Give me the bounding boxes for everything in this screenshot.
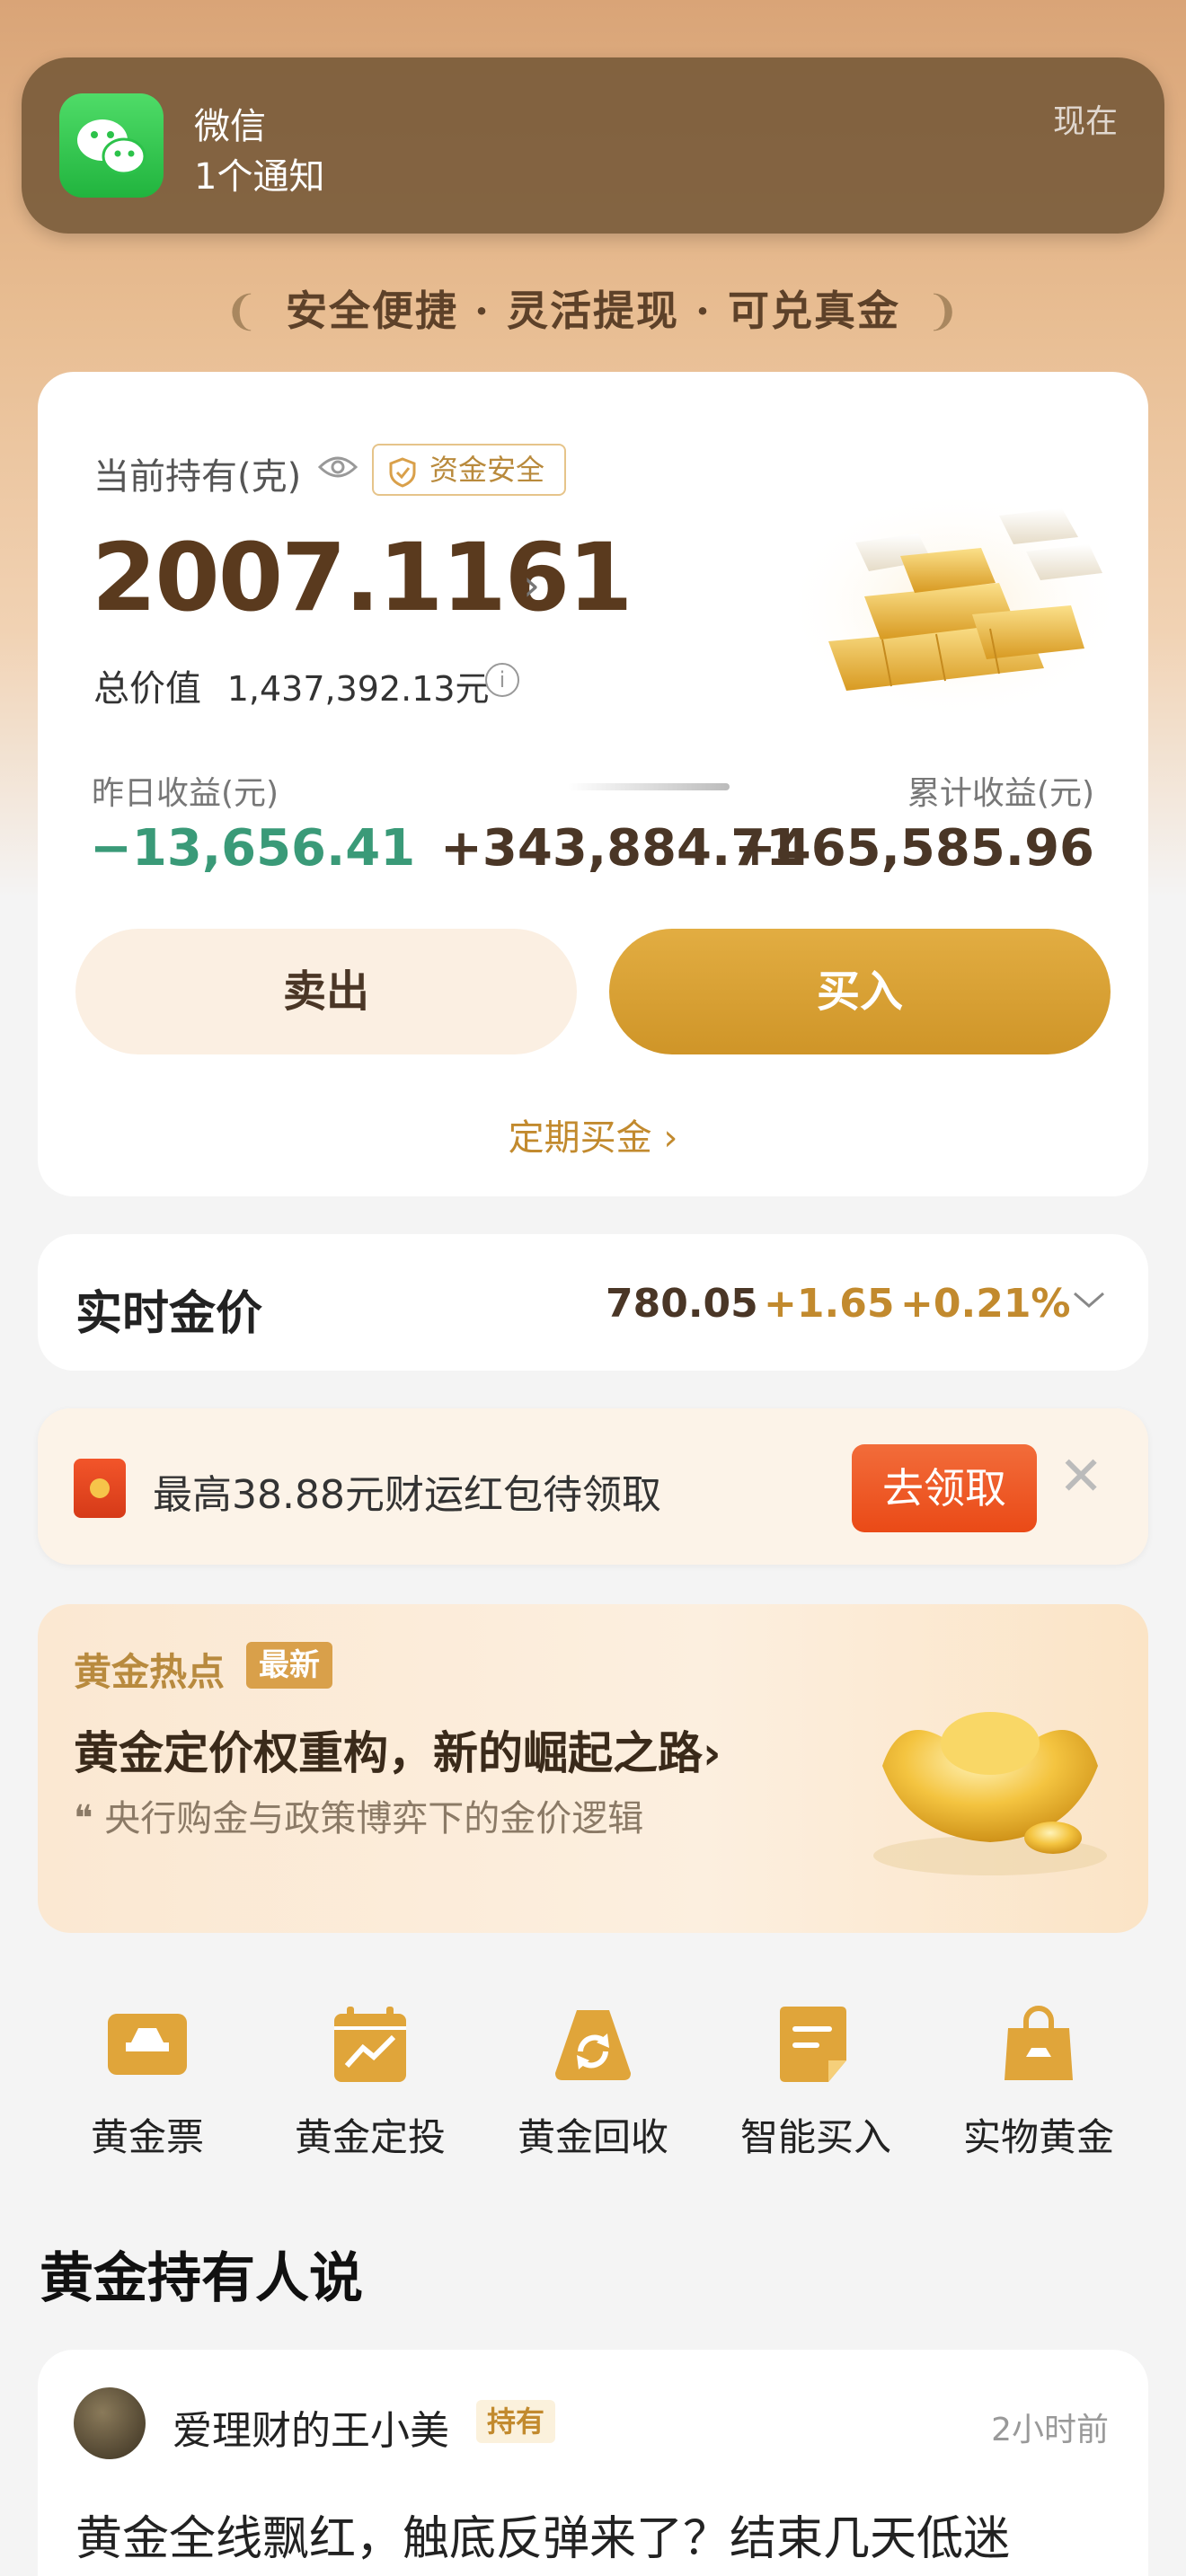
buy-button[interactable]: 买入 [609,929,1111,1054]
grid-label: 黄金回收 [517,2115,668,2159]
chevron-right-icon[interactable]: › [523,560,540,611]
total-value-label: 总价值 [93,668,201,710]
post-username[interactable]: 爱理财的王小美 [173,2398,449,2456]
fund-safety-badge[interactable]: 资金安全 [372,444,567,496]
avatar[interactable] [74,2387,146,2459]
total-value-amount: 1,437,392.13元 [226,669,490,709]
grid-smart-buy[interactable]: 智能买入 [717,2001,915,2162]
total-value: 总价值 1,437,392.13元 [93,659,490,711]
regular-purchase-link[interactable]: 定期买金 › [38,1108,1148,1160]
grid-gold-recycle[interactable]: 黄金回收 [494,2001,692,2162]
holding-tag: 持有 [476,2400,556,2443]
price-change: +1.65 [764,1281,895,1327]
gold-bars-illustration [774,462,1134,735]
post-time: 2小时前 [991,2412,1109,2448]
holding-label: 当前持有(克) [93,456,302,498]
gold-hot-topic-card[interactable]: 黄金热点 最新 黄金定价权重构，新的崛起之路› ❝ 央行购金与政策博弈下的金价逻… [38,1604,1148,1933]
slogan: ❨ 安全便捷 · 灵活提现 · 可兑真金 ❩ [0,278,1186,338]
yesterday-earnings-value: −13,656.41 [90,819,416,878]
grid-physical-gold[interactable]: 实物黄金 [940,2001,1137,2162]
info-icon[interactable]: i [485,663,519,697]
hot-topic-subtitle: ❝ 央行购金与政策博弈下的金价逻辑 [74,1798,644,1839]
sell-button[interactable]: 卖出 [75,929,577,1054]
recycle-icon [550,2001,636,2087]
grid-label: 黄金票 [90,2115,204,2159]
close-icon[interactable]: ✕ [1058,1450,1103,1504]
post-text[interactable]: 黄金全线飘红，触底反弹来了？结束几天低迷 [75,2501,1010,2568]
holding-card: 当前持有(克) 资金安全 2007.1161 › 总价值 1,437,392.1… [38,372,1148,1196]
price-value: 780.05 [606,1281,758,1327]
shield-icon [386,454,419,503]
red-packet-icon [74,1459,126,1518]
fund-safety-label: 资金安全 [429,453,545,487]
wechat-notification[interactable]: 微信 1个通知 现在 [22,57,1164,234]
loading-placeholder-bar [568,783,730,790]
hot-topic-title[interactable]: 黄金定价权重构，新的崛起之路› [74,1717,721,1782]
grid-gold-investment-plan[interactable]: 黄金定投 [271,2001,469,2162]
hot-topic-label: 黄金热点 [74,1650,226,1694]
grid-label: 实物黄金 [962,2115,1114,2159]
calendar-chart-icon [327,2001,413,2087]
notification-time: 现在 [1052,103,1118,140]
laurel-right-icon: ❩ [925,287,962,335]
wechat-app-icon [59,93,164,198]
cumulative-earnings-value: +465,585.96 [733,819,1094,878]
eye-icon[interactable] [317,453,358,485]
chevron-down-icon[interactable] [1071,1281,1107,1322]
claim-button[interactable]: 去领取 [852,1444,1037,1532]
price-title: 实时金价 [75,1287,263,1341]
gold-ingot-illustration [846,1658,1134,1913]
yesterday-earnings-label: 昨日收益(元) [92,775,279,812]
realtime-price-card[interactable]: 实时金价 780.05 +1.65 +0.21% [38,1234,1148,1371]
grid-label: 黄金定投 [294,2115,446,2159]
document-icon [773,2001,859,2087]
grid-label: 智能买入 [739,2115,891,2159]
post-card[interactable]: 爱理财的王小美 持有 2小时前 黄金全线飘红，触底反弹来了？结束几天低迷 [38,2350,1148,2576]
laurel-left-icon: ❨ [224,287,261,335]
notification-app-name: 微信 [194,106,266,147]
cumulative-earnings-label: 累计收益(元) [907,775,1094,812]
slogan-text: 安全便捷 · 灵活提现 · 可兑真金 [285,287,901,335]
price-change-percent: +0.21% [900,1281,1071,1327]
notification-body: 1个通知 [194,156,325,198]
red-packet-banner: 最高38.88元财运红包待领取 去领取 ✕ [38,1408,1148,1565]
grid-gold-ticket[interactable]: 黄金票 [49,2001,246,2162]
holding-amount[interactable]: 2007.1161 [92,523,633,632]
red-packet-text: 最高38.88元财运红包待领取 [153,1472,661,1518]
gold-ticket-icon [104,2001,190,2087]
shopping-bag-icon [996,2001,1082,2087]
latest-badge: 最新 [246,1642,332,1689]
section-title: 黄金持有人说 [40,2247,363,2310]
